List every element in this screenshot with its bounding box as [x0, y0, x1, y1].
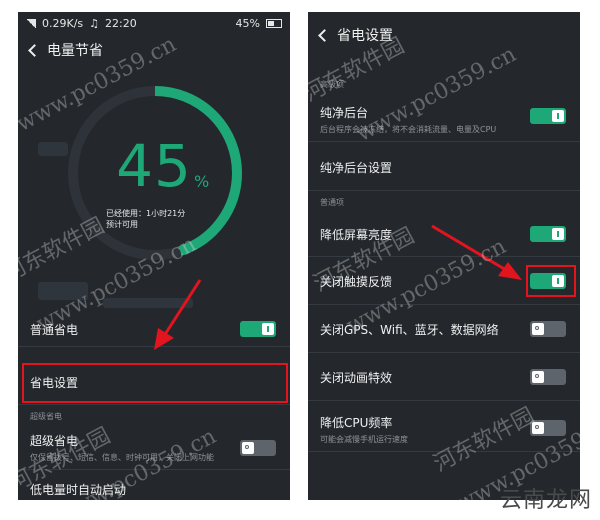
row-title: 降低屏幕亮度 [320, 227, 393, 242]
row-disable-animations[interactable]: 关闭动画特效 [308, 354, 580, 401]
available-time-label: 预计可用 [106, 220, 138, 229]
arrow-annotation [431, 224, 522, 280]
section-header-super: 超级省电 [30, 411, 62, 421]
row-low-battery-auto[interactable]: 低电量时自动启动 [18, 478, 290, 500]
page-title: 省电设置 [337, 28, 393, 44]
row-title: 关闭动画特效 [320, 370, 393, 385]
section-header-advanced: 高级项 [320, 79, 344, 89]
row-title: 低电量时自动启动 [30, 482, 127, 497]
highlight-box [526, 265, 576, 297]
battery-percent: 45% [235, 16, 260, 30]
clean-background-toggle[interactable] [530, 108, 566, 124]
disable-radios-toggle[interactable] [530, 321, 566, 337]
title-bar: 电量节省 [18, 34, 290, 66]
super-saving-toggle[interactable] [240, 440, 276, 456]
music-icon: ♫ [89, 16, 100, 30]
row-clean-background[interactable]: 纯净后台 后台程序会被冻结，将不会消耗流量、电量及CPU [308, 96, 580, 142]
row-title: 纯净后台设置 [320, 160, 393, 175]
left-phone-screen: 0.29K/s ♫ 22:20 45% 电量节省 45 % 已经使用：1小时21… [18, 12, 290, 500]
usage-info: 已经使用：1小时21分 预计可用 [106, 208, 216, 230]
right-phone-screen: 省电设置 高级项 纯净后台 后台程序会被冻结，将不会消耗流量、电量及CPU 纯净… [308, 12, 580, 500]
row-lower-cpu[interactable]: 降低CPU频率 可能会减慢手机运行速度 [308, 404, 580, 452]
row-title: 关闭GPS、Wifi、蓝牙、数据网络 [320, 322, 499, 337]
section-header-normal: 普通项 [320, 197, 344, 207]
blurred-row [38, 282, 88, 300]
highlight-box [22, 363, 288, 403]
network-speed: 0.29K/s [42, 16, 84, 30]
row-clean-background-settings[interactable]: 纯净后台设置 [308, 144, 580, 191]
disable-animations-toggle[interactable] [530, 369, 566, 385]
used-time-label: 已经使用：1小时21分 [106, 209, 186, 218]
back-arrow-icon[interactable] [318, 28, 331, 42]
site-logo: 云南龙网 [499, 488, 592, 513]
signal-icon [26, 18, 36, 28]
back-arrow-icon[interactable] [28, 43, 41, 57]
status-bar: 0.29K/s ♫ 22:20 45% [18, 12, 290, 34]
row-title: 关闭触摸反馈 [320, 274, 393, 289]
battery-icon [266, 18, 282, 28]
battery-percent-sign: % [194, 172, 210, 191]
blurred-app-icon [38, 142, 68, 156]
page-title: 电量节省 [47, 43, 103, 59]
row-super-saving[interactable]: 超级省电 仅保留拨号、短信、信息、时钟可用，关闭上网功能 [18, 426, 290, 470]
lower-cpu-toggle[interactable] [530, 420, 566, 436]
status-time: 22:20 [105, 16, 137, 30]
title-bar: 省电设置 [308, 18, 580, 52]
row-disable-radios[interactable]: 关闭GPS、Wifi、蓝牙、数据网络 [308, 306, 580, 353]
arrow-annotation [154, 279, 202, 350]
row-desc: 仅保留拨号、短信、信息、时钟可用，关闭上网功能 [30, 453, 214, 462]
row-desc: 后台程序会被冻结，将不会消耗流量、电量及CPU [320, 125, 497, 134]
normal-saving-toggle[interactable] [240, 321, 276, 337]
row-title: 普通省电 [30, 322, 79, 337]
lower-brightness-toggle[interactable] [530, 226, 566, 242]
